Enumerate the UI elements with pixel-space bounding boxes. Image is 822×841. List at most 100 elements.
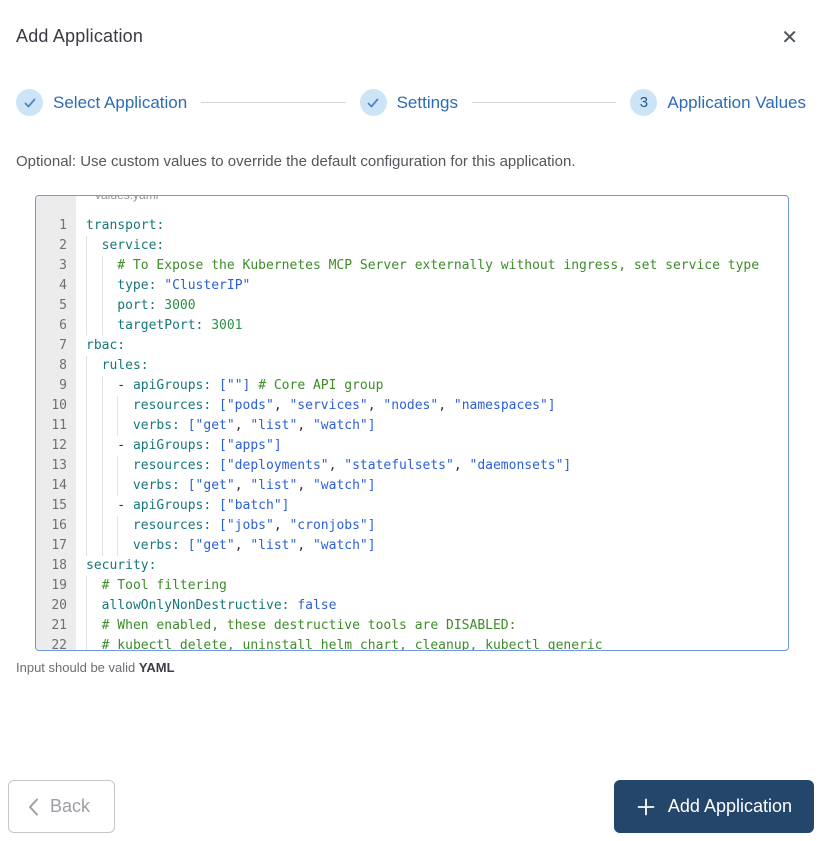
line-number: 13	[51, 458, 67, 473]
code-token: transport:	[86, 218, 165, 233]
add-application-button[interactable]: Add Application	[613, 780, 814, 833]
indent-guide	[86, 296, 102, 316]
code-token: ,	[234, 418, 251, 433]
code-line[interactable]: # To Expose the Kubernetes MCP Server ex…	[86, 256, 788, 276]
line-number: 15	[51, 498, 67, 513]
indent-guide	[117, 396, 133, 416]
indent-guide	[86, 236, 102, 256]
code-token: apiGroups:	[132, 378, 212, 393]
line-number: 2	[59, 238, 67, 253]
line-number: 22	[51, 638, 67, 651]
code-token: ["deployments"	[219, 458, 329, 473]
validation-prefix: Input should be valid	[16, 660, 139, 675]
step-select-application[interactable]: Select Application	[16, 89, 187, 116]
close-button[interactable]: ✕	[779, 26, 800, 50]
back-button[interactable]: Back	[8, 780, 116, 833]
code-line[interactable]: type: "ClusterIP"	[86, 276, 788, 296]
line-number: 11	[51, 418, 67, 433]
indent-guide	[117, 516, 133, 536]
code-line[interactable]: verbs: ["get", "list", "watch"]	[86, 536, 788, 556]
code-token: ["pods"	[219, 398, 274, 413]
code-line[interactable]: # Tool filtering	[86, 576, 788, 596]
line-number: 10	[51, 398, 67, 413]
code-token: rbac:	[86, 338, 126, 353]
step-application-values[interactable]: 3 Application Values	[630, 89, 806, 116]
code-token: [""]	[219, 378, 251, 393]
code-line[interactable]: service:	[86, 236, 788, 256]
page-title: Add Application	[16, 26, 144, 46]
indent-guide	[117, 476, 133, 496]
modal-header: Add Application ✕	[0, 0, 822, 50]
indent-guide	[86, 476, 102, 496]
code-token: ,	[438, 398, 454, 413]
line-number: 18	[51, 558, 67, 573]
code-line[interactable]: verbs: ["get", "list", "watch"]	[86, 476, 788, 496]
code-token: resources:	[132, 518, 212, 533]
indent-guide	[117, 416, 133, 436]
code-token: ,	[234, 478, 251, 493]
code-token: ,	[273, 518, 290, 533]
code-token: # Core API group	[258, 378, 384, 393]
line-numbers: 1 2 3 4 5 6 7 8 9 10 11 12 13 14 15 16 17 18 19 20 21 22	[36, 196, 76, 650]
code-token: -	[117, 378, 133, 393]
code-token: "namespaces"]	[453, 398, 556, 413]
code-token: ,	[297, 418, 313, 433]
indent-guide	[101, 476, 118, 496]
code-line[interactable]: # When enabled, these destructive tools …	[86, 616, 788, 636]
code-line[interactable]: - apiGroups: [""] # Core API group	[86, 376, 788, 396]
code-line[interactable]: targetPort: 3001	[86, 316, 788, 336]
code-token: rules:	[101, 358, 149, 373]
add-application-label: Add Application	[667, 796, 792, 816]
code-token: apiGroups:	[132, 438, 212, 453]
code-token: ["get"	[187, 478, 235, 493]
code-token: verbs:	[132, 418, 180, 433]
step-settings[interactable]: Settings	[359, 89, 458, 116]
filename-text: values.yaml	[88, 196, 166, 203]
indent-guide	[86, 276, 102, 296]
code-line[interactable]: port: 3000	[86, 296, 788, 316]
code-token: ,	[367, 398, 384, 413]
code-token: "nodes"	[383, 398, 439, 413]
code-line[interactable]: verbs: ["get", "list", "watch"]	[86, 416, 788, 436]
code-token: # To Expose the Kubernetes MCP Server ex…	[117, 258, 760, 273]
code-line[interactable]: # kubectl delete, uninstall helm chart, …	[86, 636, 788, 650]
indent-guide	[101, 416, 118, 436]
line-number: 7	[59, 338, 67, 353]
indent-guide	[101, 276, 118, 296]
code-token: -	[117, 438, 133, 453]
indent-guide	[86, 456, 102, 476]
code-token: "watch"]	[312, 478, 376, 493]
code-line[interactable]: resources: ["jobs", "cronjobs"]	[86, 516, 788, 536]
code-line[interactable]: rbac:	[86, 336, 788, 356]
step-3-label: Application Values	[667, 92, 806, 112]
code-line[interactable]: rules:	[86, 356, 788, 376]
indent-guide	[86, 596, 102, 616]
code-token: ,	[297, 538, 313, 553]
indent-guide	[101, 316, 118, 336]
indent-guide	[86, 616, 102, 636]
chevron-left-icon	[29, 798, 38, 815]
code-token: port:	[117, 298, 157, 313]
code-line[interactable]: - apiGroups: ["apps"]	[86, 436, 788, 456]
line-number: 1	[59, 218, 67, 233]
code-line[interactable]: - apiGroups: ["batch"]	[86, 496, 788, 516]
editor-body[interactable]: 1 2 3 4 5 6 7 8 9 10 11 12 13 14 15 16 17 18 19 20 21 22 tran…	[36, 196, 788, 650]
indent-guide	[86, 516, 102, 536]
code-line[interactable]: security:	[86, 556, 788, 576]
indent-guide	[101, 536, 118, 556]
code-lines[interactable]: transport: service: # To Expose the Kubern…	[76, 196, 788, 650]
code-line[interactable]: allowOnlyNonDestructive: false	[86, 596, 788, 616]
code-line[interactable]: resources: ["deployments", "statefulsets…	[86, 456, 788, 476]
code-token: ["get"	[187, 538, 235, 553]
code-line[interactable]: resources: ["pods", "services", "nodes",…	[86, 396, 788, 416]
code-token: allowOnlyNonDestructive:	[101, 598, 290, 613]
code-line[interactable]: transport:	[86, 216, 788, 236]
code-token: "daemonsets"]	[469, 458, 572, 473]
code-token: ["apps"]	[219, 438, 282, 453]
code-token: "watch"]	[312, 418, 376, 433]
code-editor[interactable]: values.yaml 1 2 3 4 5 6 7 8 9 10 11 12 13 14 15 16 17 18 1…	[35, 195, 789, 651]
